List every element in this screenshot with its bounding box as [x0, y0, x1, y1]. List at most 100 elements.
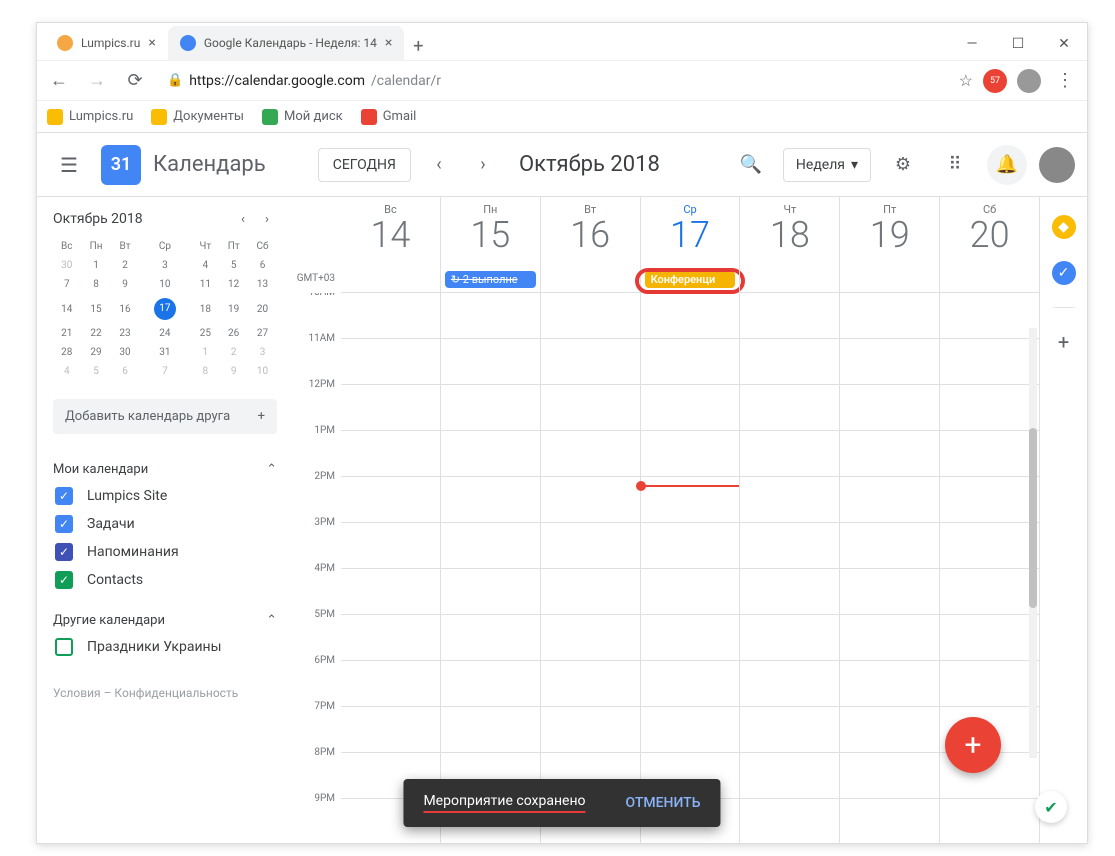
my-calendars-header[interactable]: Мои календари ⌃	[53, 452, 277, 487]
scrollbar-thumb[interactable]	[1029, 428, 1037, 608]
mini-day-cell[interactable]: 1	[191, 343, 219, 362]
mini-day-cell[interactable]: 4	[53, 362, 81, 381]
addons-plus-icon[interactable]: +	[1052, 330, 1076, 354]
calendar-item[interactable]: ✓Задачи	[55, 515, 277, 533]
notifications-icon[interactable]: 🔔	[987, 145, 1027, 185]
mini-day-cell[interactable]: 30	[53, 256, 81, 275]
scrollbar[interactable]	[1029, 328, 1037, 758]
today-button[interactable]: СЕГОДНЯ	[318, 148, 411, 182]
forward-button[interactable]: →	[83, 67, 111, 95]
mini-day-cell[interactable]: 9	[112, 275, 139, 294]
calendar-item[interactable]: Праздники Украины	[55, 638, 277, 656]
close-window-button[interactable]: ✕	[1041, 28, 1087, 60]
allday-event[interactable]: Конференци	[645, 271, 736, 288]
mini-day-cell[interactable]: 20	[248, 294, 277, 324]
mini-day-cell[interactable]: 6	[112, 362, 139, 381]
bookmark-item[interactable]: Документы	[151, 109, 244, 125]
mini-day-cell[interactable]: 5	[219, 256, 248, 275]
mini-day-cell[interactable]: 26	[219, 324, 248, 343]
calendar-checkbox[interactable]: ✓	[55, 543, 73, 561]
hour-column[interactable]	[640, 293, 740, 843]
mini-day-cell[interactable]: 2	[219, 343, 248, 362]
calendar-checkbox[interactable]	[55, 638, 73, 656]
close-tab-icon[interactable]: ×	[385, 35, 392, 51]
calendar-checkbox[interactable]: ✓	[55, 571, 73, 589]
next-period-button[interactable]: ›	[467, 149, 499, 181]
mini-day-cell[interactable]: 21	[53, 324, 81, 343]
mini-day-cell[interactable]: 2	[112, 256, 139, 275]
mini-day-cell[interactable]: 24	[139, 324, 192, 343]
allday-event[interactable]: ↻ 2 выполне	[445, 271, 536, 288]
prev-period-button[interactable]: ‹	[423, 149, 455, 181]
back-button[interactable]: ←	[45, 67, 73, 95]
mini-day-cell[interactable]: 25	[191, 324, 219, 343]
mini-day-cell[interactable]: 23	[112, 324, 139, 343]
other-calendars-header[interactable]: Другие календари ⌃	[53, 603, 277, 638]
mini-day-cell[interactable]: 17	[139, 294, 192, 324]
browser-tab[interactable]: Google Календарь - Неделя: 14×	[168, 26, 405, 60]
gmail-extension-icon[interactable]: 57	[983, 69, 1007, 93]
calendar-item[interactable]: ✓Lumpics Site	[55, 487, 277, 505]
new-tab-button[interactable]: +	[404, 32, 432, 60]
day-column-header[interactable]: Ср17Конференци	[640, 197, 740, 292]
search-icon[interactable]: 🔍	[731, 145, 771, 185]
calendar-checkbox[interactable]: ✓	[55, 515, 73, 533]
mini-next-button[interactable]: ›	[257, 209, 277, 229]
mini-day-cell[interactable]: 18	[191, 294, 219, 324]
hour-column[interactable]	[440, 293, 540, 843]
mini-day-cell[interactable]: 14	[53, 294, 81, 324]
shield-extension-icon[interactable]: ✔	[1035, 791, 1067, 823]
calendar-item[interactable]: ✓Contacts	[55, 571, 277, 589]
mini-day-cell[interactable]: 9	[219, 362, 248, 381]
add-calendar-input[interactable]: Добавить календарь друга +	[53, 399, 277, 434]
tasks-icon[interactable]: ✓	[1052, 261, 1076, 285]
apps-grid-icon[interactable]: ⠿	[935, 145, 975, 185]
user-avatar[interactable]	[1039, 147, 1075, 183]
day-column-header[interactable]: Пт19	[839, 197, 939, 292]
mini-day-cell[interactable]: 3	[139, 256, 192, 275]
minimize-button[interactable]: —	[949, 28, 995, 60]
mini-day-cell[interactable]: 1	[81, 256, 112, 275]
mini-day-cell[interactable]: 12	[219, 275, 248, 294]
mini-day-cell[interactable]: 4	[191, 256, 219, 275]
bookmark-item[interactable]: Gmail	[361, 109, 417, 125]
mini-day-cell[interactable]: 22	[81, 324, 112, 343]
mini-day-cell[interactable]: 8	[191, 362, 219, 381]
day-column-header[interactable]: Сб20	[939, 197, 1039, 292]
mini-day-cell[interactable]: 15	[81, 294, 112, 324]
hour-column[interactable]	[540, 293, 640, 843]
day-column-header[interactable]: Вт16	[540, 197, 640, 292]
mini-day-cell[interactable]: 30	[112, 343, 139, 362]
mini-prev-button[interactable]: ‹	[233, 209, 253, 229]
day-column-header[interactable]: Чт18	[739, 197, 839, 292]
calendar-checkbox[interactable]: ✓	[55, 487, 73, 505]
hour-column[interactable]	[739, 293, 839, 843]
bookmark-item[interactable]: Lumpics.ru	[47, 109, 133, 125]
bookmark-item[interactable]: Мой диск	[262, 109, 343, 125]
profile-avatar[interactable]	[1017, 69, 1041, 93]
mini-day-cell[interactable]: 16	[112, 294, 139, 324]
hour-column[interactable]	[839, 293, 939, 843]
mini-day-cell[interactable]: 8	[81, 275, 112, 294]
calendar-item[interactable]: ✓Напоминания	[55, 543, 277, 561]
mini-day-cell[interactable]: 10	[248, 362, 277, 381]
mini-day-cell[interactable]: 11	[191, 275, 219, 294]
day-column-header[interactable]: Пн15↻ 2 выполне	[440, 197, 540, 292]
browser-tab[interactable]: Lumpics.ru×	[45, 26, 168, 60]
day-column-header[interactable]: Вс14	[341, 197, 440, 292]
mini-day-cell[interactable]: 10	[139, 275, 192, 294]
mini-day-cell[interactable]: 13	[248, 275, 277, 294]
hamburger-icon[interactable]: ☰	[49, 145, 89, 185]
mini-day-cell[interactable]: 6	[248, 256, 277, 275]
hour-column[interactable]	[341, 293, 440, 843]
toast-undo-button[interactable]: ОТМЕНИТЬ	[626, 795, 701, 811]
view-selector[interactable]: Неделя▾	[783, 148, 871, 182]
mini-day-cell[interactable]: 7	[53, 275, 81, 294]
mini-day-cell[interactable]: 29	[81, 343, 112, 362]
create-event-fab[interactable]: +	[945, 717, 1001, 773]
mini-day-cell[interactable]: 28	[53, 343, 81, 362]
url-bar[interactable]: 🔒 https://calendar.google.com/calendar/r	[159, 66, 949, 96]
mini-day-cell[interactable]: 5	[81, 362, 112, 381]
footer-links[interactable]: Условия – Конфиденциальность	[53, 686, 277, 700]
mini-day-cell[interactable]: 7	[139, 362, 192, 381]
